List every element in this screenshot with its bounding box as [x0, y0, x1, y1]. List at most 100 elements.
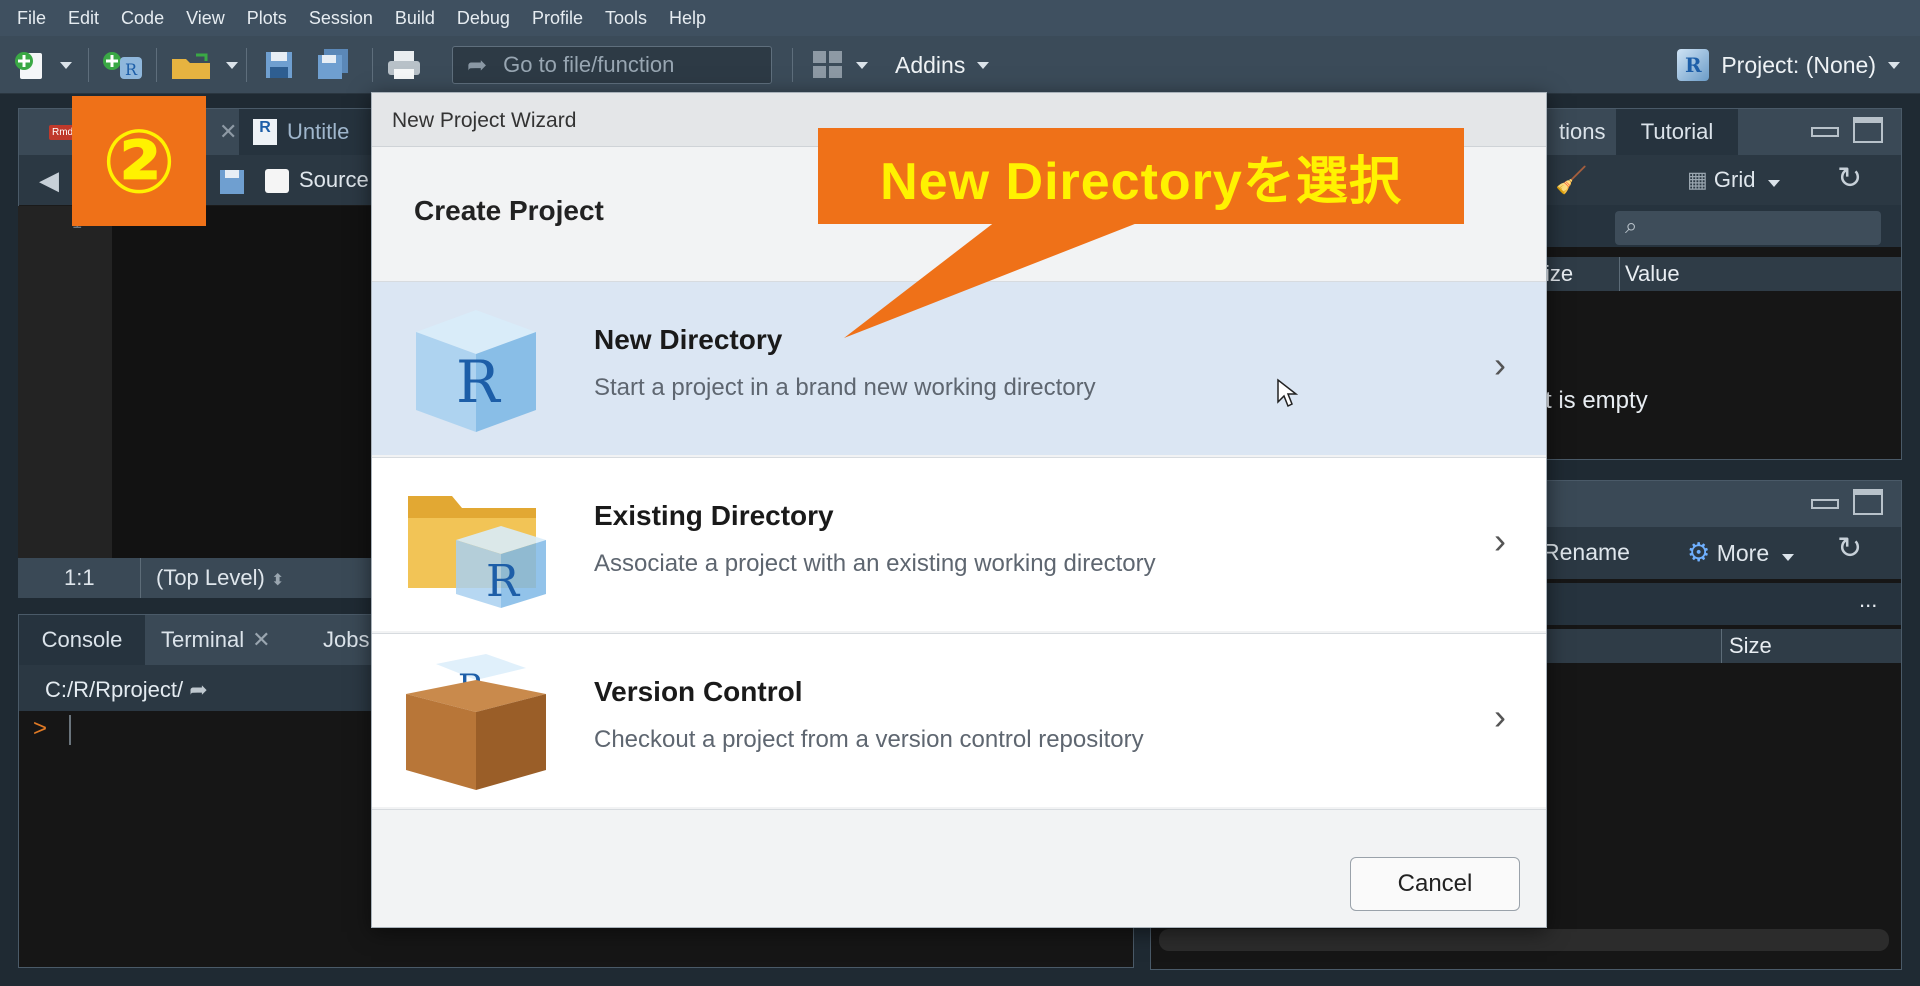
path-more-button[interactable]: ...: [1859, 587, 1877, 613]
tab-untitled-label: Untitle: [287, 119, 350, 144]
chevron-down-icon[interactable]: [856, 61, 868, 69]
goto-arrow-icon: ➦: [467, 51, 488, 79]
minimize-icon[interactable]: [1811, 499, 1839, 509]
minimize-icon[interactable]: [1811, 127, 1839, 137]
rename-button[interactable]: Rename: [1543, 539, 1630, 566]
svg-text:R: R: [456, 348, 502, 416]
option-desc: Start a project in a brand new working d…: [594, 374, 1096, 401]
open-folder-icon: [172, 53, 210, 79]
option-version-control[interactable]: R Version Control Checkout a project fro…: [372, 633, 1546, 807]
chevron-down-icon[interactable]: [60, 61, 72, 69]
cursor-position: 1:1: [64, 565, 95, 590]
col-size: Size: [1729, 633, 1772, 658]
goto-file-placeholder: Go to file/function: [503, 52, 675, 77]
tab-console[interactable]: Console: [19, 615, 145, 665]
broom-icon[interactable]: 🧹: [1555, 165, 1587, 196]
r-cube-icon: R: [416, 310, 536, 432]
source-on-save-label: Source: [299, 167, 369, 192]
menu-view[interactable]: View: [175, 0, 236, 36]
grid-label: Grid: [1713, 167, 1756, 192]
col-size: ize: [1545, 261, 1574, 286]
dialog-heading: Create Project: [414, 195, 604, 226]
menu-file[interactable]: File: [6, 0, 57, 36]
addins-label: Addins: [895, 51, 966, 78]
search-icon: ⌕: [1625, 213, 1638, 238]
menu-help[interactable]: Help: [658, 0, 717, 36]
tab-connections-label: tions: [1559, 119, 1606, 144]
mouse-cursor-icon: [1277, 378, 1298, 408]
menu-build[interactable]: Build: [384, 0, 446, 36]
tab-connections[interactable]: tions: [1545, 109, 1619, 155]
menu-session[interactable]: Session: [298, 0, 384, 36]
tab-untitled[interactable]: R Untitle: [239, 109, 379, 155]
box-r-icon: R: [406, 654, 546, 790]
scope-selector[interactable]: (Top Level) ⬍: [156, 565, 284, 591]
menu-profile[interactable]: Profile: [521, 0, 594, 36]
chevron-right-icon: ›: [1494, 520, 1506, 561]
project-menu[interactable]: R Project: (None): [1677, 46, 1900, 84]
option-existing-directory[interactable]: R Existing Directory Associate a project…: [372, 457, 1546, 631]
menu-code[interactable]: Code: [110, 0, 175, 36]
chevron-down-icon: [977, 61, 990, 69]
menu-bar: File Edit Code View Plots Session Build …: [0, 0, 1920, 36]
menu-plots[interactable]: Plots: [236, 0, 298, 36]
tab-terminal-label: Terminal: [161, 627, 245, 652]
console-cursor[interactable]: [69, 715, 71, 745]
open-file-button[interactable]: [170, 46, 238, 84]
print-button[interactable]: [386, 46, 422, 84]
folder-r-icon: R: [408, 496, 546, 608]
save-all-button[interactable]: [316, 46, 352, 84]
chevron-down-icon: [1767, 180, 1780, 187]
chevron-down-icon: [1781, 554, 1794, 561]
cancel-button[interactable]: Cancel: [1350, 857, 1520, 911]
addins-menu[interactable]: Addins: [895, 46, 990, 84]
col-value: Value: [1625, 261, 1680, 286]
option-title: Existing Directory: [594, 500, 834, 531]
chevron-down-icon[interactable]: [226, 61, 238, 69]
svg-text:R: R: [125, 60, 138, 79]
grid-view-button[interactable]: ▦ Grid: [1687, 167, 1780, 193]
menu-tools[interactable]: Tools: [594, 0, 658, 36]
option-title: Version Control: [594, 676, 803, 707]
editor-gutter: 1: [18, 206, 112, 558]
goto-dir-icon[interactable]: ➦: [189, 677, 207, 702]
refresh-icon[interactable]: ↻: [1837, 531, 1862, 566]
more-button[interactable]: ⚙ More: [1687, 537, 1794, 568]
save-icon[interactable]: [219, 169, 245, 195]
menu-debug[interactable]: Debug: [446, 0, 521, 36]
rename-label: Rename: [1543, 539, 1630, 565]
svg-text:R: R: [486, 556, 521, 607]
maximize-icon[interactable]: [1853, 117, 1883, 143]
chevron-right-icon: ›: [1494, 696, 1506, 737]
menu-edit[interactable]: Edit: [57, 0, 110, 36]
new-file-button[interactable]: [12, 46, 72, 84]
project-label: Project: (None): [1721, 51, 1876, 78]
option-desc: Associate a project with an existing wor…: [594, 550, 1156, 577]
save-all-icon: [318, 49, 348, 79]
pane-layout-button[interactable]: [812, 46, 868, 84]
gear-icon: ⚙: [1687, 537, 1711, 567]
refresh-icon[interactable]: ↻: [1837, 161, 1862, 196]
save-button[interactable]: [264, 46, 294, 84]
horizontal-scrollbar[interactable]: [1159, 929, 1889, 951]
tab-tutorial-label: Tutorial: [1640, 119, 1714, 144]
maximize-icon[interactable]: [1853, 489, 1883, 515]
back-arrow-icon[interactable]: ◀: [39, 165, 59, 196]
env-search-input[interactable]: ⌕: [1615, 211, 1881, 245]
r-project-icon: R: [1677, 49, 1710, 81]
close-icon[interactable]: ✕: [252, 627, 270, 653]
scope-label: (Top Level): [156, 565, 265, 590]
goto-file-input[interactable]: ➦ Go to file/function: [452, 46, 772, 84]
new-project-button[interactable]: R: [100, 46, 146, 84]
chevron-right-icon: ›: [1494, 344, 1506, 385]
r-file-icon: R: [253, 119, 277, 145]
option-desc: Checkout a project from a version contro…: [594, 726, 1144, 753]
tab-jobs-label: Jobs: [323, 627, 370, 652]
chevron-down-icon: [1888, 61, 1900, 69]
tab-terminal[interactable]: Terminal ✕: [147, 615, 285, 665]
tab-tutorial[interactable]: Tutorial: [1616, 109, 1738, 155]
source-on-save-checkbox[interactable]: [265, 169, 289, 193]
save-icon: [266, 52, 292, 78]
main-toolbar: R ➦ Go to file/function Addins R Project…: [0, 36, 1920, 94]
editor-text-area[interactable]: [112, 206, 372, 558]
